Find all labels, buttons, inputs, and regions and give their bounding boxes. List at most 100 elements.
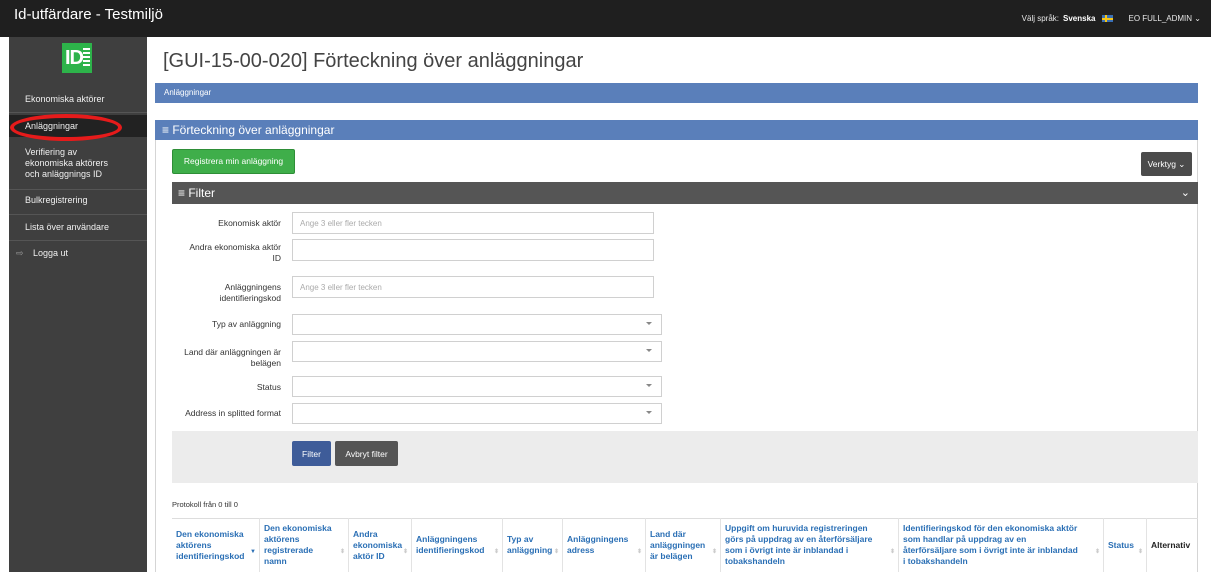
column-header-country[interactable]: Land där anläggningen är belägen ⬍ (646, 518, 721, 572)
highlight-annotation-ring (10, 114, 122, 141)
caret-down-icon (646, 411, 652, 414)
cancel-filter-button[interactable]: Avbryt filter (335, 441, 398, 466)
country-label: Land där anläggningen är belägen (184, 347, 281, 369)
sidebar-item-label: Verifiering av (25, 147, 78, 157)
economic-operator-label: Ekonomisk aktör (218, 218, 281, 228)
column-header-label: Andra ekonomiska aktör ID (353, 529, 402, 562)
sidebar-item-bulk-registration[interactable]: Bulkregistrering (9, 195, 147, 206)
column-header-label: Alternativ (1151, 539, 1191, 550)
sort-icon[interactable]: ⬍ (554, 547, 559, 558)
sort-icon[interactable]: ⬍ (637, 547, 642, 558)
sort-icon[interactable]: ⬍ (1138, 547, 1143, 558)
column-header-facility-type[interactable]: Typ av anläggning ⬍ (503, 518, 563, 572)
label-line: Andra ekonomiska aktör (189, 242, 281, 252)
logo-text: ID (65, 47, 84, 69)
label-line: identifieringskod (219, 293, 281, 303)
tools-button[interactable]: Verktyg ⌄ (1141, 152, 1192, 176)
column-header-eo-id[interactable]: Den ekonomiska aktörens identifieringskod … (172, 518, 260, 572)
column-header-eo-name[interactable]: Den ekonomiska aktörens registrerade namn ⬍ (260, 518, 349, 572)
sort-icon[interactable]: ⬍ (712, 547, 717, 558)
chevron-down-icon: ⌄ (1194, 14, 1201, 23)
filter-button[interactable]: Filter (292, 441, 331, 466)
column-header-label: Anläggningens identifieringskod (416, 534, 484, 556)
caret-down-icon (646, 322, 652, 325)
status-label: Status (256, 382, 281, 392)
user-name: EO FULL_ADMIN (1128, 14, 1193, 23)
column-header-options: Alternativ (1147, 518, 1198, 572)
header-line: registrerade (264, 545, 314, 555)
header-line: tobakshandeln (725, 556, 785, 566)
header-line: återförsäljare som i övrigt inte är inbl… (903, 545, 1078, 555)
sidebar-item-verification[interactable]: Verifiering av ekonomiska aktörers och a… (9, 147, 147, 180)
header-line: aktör ID (353, 550, 385, 561)
swedish-flag-icon[interactable] (1102, 15, 1114, 22)
address-format-label: Address in splitted format (185, 408, 281, 418)
records-info: Protokoll från 0 till 0 (172, 500, 238, 509)
header-line: Andra (353, 528, 378, 539)
sidebar-divider (9, 214, 147, 215)
top-navbar: Id-utfärdare - Testmiljö Välj språk: Sve… (0, 0, 1211, 37)
column-header-label: Uppgift om huruvida registreringen görs p… (725, 523, 872, 567)
sidebar-item-economic-operators[interactable]: Ekonomiska aktörer (9, 94, 147, 105)
column-header-other-eo-id[interactable]: Andra ekonomiska aktör ID ⬍ (349, 518, 412, 572)
filter-title: ≡ Filter (178, 186, 216, 200)
header-line: anläggning (507, 545, 553, 555)
app-title[interactable]: Id-utfärdare - Testmiljö (14, 6, 163, 23)
header-line: Anläggningens (567, 534, 629, 544)
header-line: Land där (650, 528, 686, 539)
caret-down-icon (646, 384, 652, 387)
page-title: [GUI-15-00-020] Förteckning över anläggn… (163, 50, 584, 72)
language-selector[interactable]: Svenska (1063, 14, 1095, 23)
header-line: Anläggningens (416, 534, 478, 544)
sort-desc-icon[interactable]: ▼ (250, 547, 256, 558)
filter-header[interactable]: ≡ Filter ⌄ (172, 182, 1198, 204)
header-line: Typ av (507, 534, 534, 544)
header-line: i tobakshandeln (903, 556, 968, 566)
sort-icon[interactable]: ⬍ (494, 547, 499, 558)
sidebar-item-label: ekonomiska aktörers (25, 158, 109, 168)
header-line: namn (264, 556, 287, 566)
facility-id-input[interactable] (292, 276, 654, 298)
header-line: anläggningen (650, 539, 706, 550)
sort-icon[interactable]: ⬍ (403, 547, 408, 558)
column-header-retailer-registration[interactable]: Uppgift om huruvida registreringen görs p… (721, 518, 899, 572)
topbar-right: Välj språk: Svenska EO FULL_ADMIN ⌄ (1022, 14, 1201, 23)
id-logo[interactable]: ID (62, 43, 92, 73)
economic-operator-input[interactable] (292, 212, 654, 234)
column-header-label: Land där anläggningen är belägen (650, 529, 705, 562)
column-header-facility-address[interactable]: Anläggningens adress ⬍ (563, 518, 646, 572)
facility-type-label: Typ av anläggning (212, 319, 281, 329)
header-line: Den ekonomiska (264, 523, 332, 533)
header-line: Den ekonomiska (176, 528, 244, 539)
column-header-retailer-eo-id[interactable]: Identifieringskod för den ekonomiska akt… (899, 518, 1104, 572)
column-header-status[interactable]: Status ⬍ (1104, 518, 1147, 572)
sidebar-item-logout[interactable]: Logga ut (9, 248, 147, 259)
breadcrumb[interactable]: Anläggningar (155, 83, 1198, 103)
sidebar-item-user-list[interactable]: Lista över användare (9, 222, 147, 233)
status-select[interactable] (292, 376, 662, 397)
facility-type-select[interactable] (292, 314, 662, 335)
facility-id-label: Anläggningens identifieringskod (220, 282, 281, 304)
sidebar-item-label: och anläggnings ID (25, 169, 103, 179)
header-line: ekonomiska (353, 539, 403, 550)
column-header-facility-id[interactable]: Anläggningens identifieringskod ⬍ (412, 518, 503, 572)
sort-icon[interactable]: ⬍ (890, 547, 895, 558)
column-header-label: Typ av anläggning (507, 534, 552, 556)
header-line: Identifieringskod för den ekonomiska akt… (903, 523, 1078, 533)
header-line: identifieringskod (176, 550, 245, 561)
label-line: belägen (250, 358, 281, 368)
column-header-label: Anläggningens adress (567, 534, 628, 556)
sort-icon[interactable]: ⬍ (1095, 547, 1100, 558)
chevron-down-icon[interactable]: ⌄ (1181, 182, 1190, 204)
header-line: som i övrigt inte är inblandad i (725, 545, 849, 555)
sidebar-divider (9, 240, 147, 241)
register-facility-button[interactable]: Registrera min anläggning (172, 149, 295, 174)
sort-icon[interactable]: ⬍ (340, 547, 345, 558)
other-eo-id-input[interactable] (292, 239, 654, 261)
sidebar-divider (9, 189, 147, 190)
address-format-select[interactable] (292, 403, 662, 424)
header-line: som handlar på uppdrag av en (903, 534, 1027, 544)
country-select[interactable] (292, 341, 662, 362)
label-line: ID (272, 253, 282, 263)
user-menu[interactable]: EO FULL_ADMIN ⌄ (1128, 14, 1201, 23)
